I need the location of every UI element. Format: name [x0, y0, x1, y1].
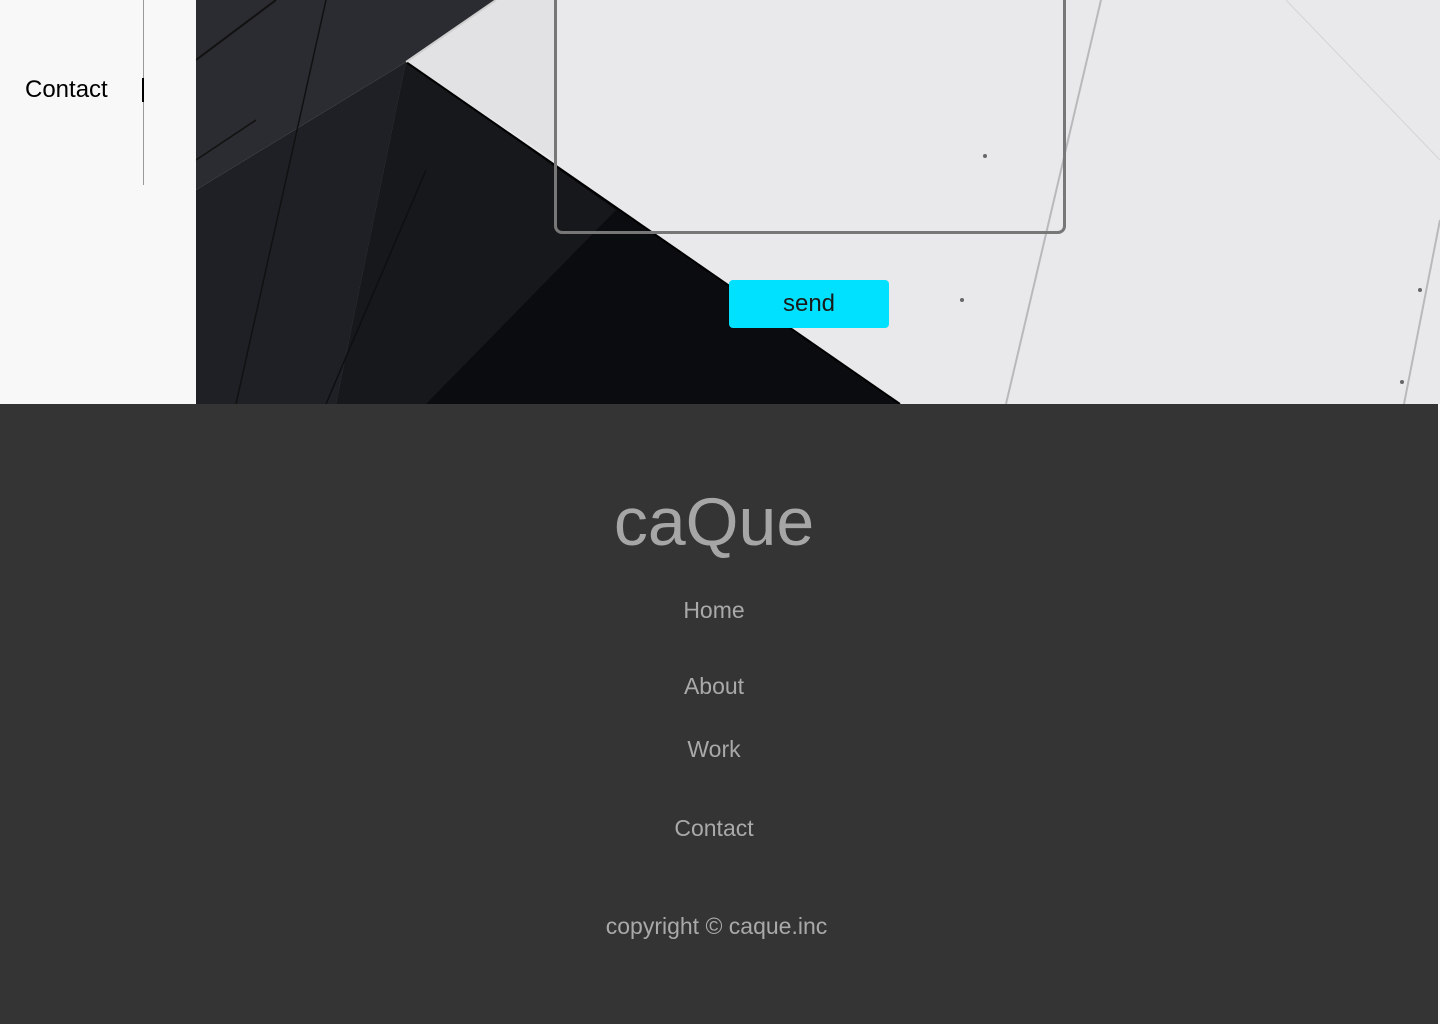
message-textarea[interactable] [554, 0, 1066, 234]
footer: caQue Home About Work Contact copyright … [0, 404, 1438, 1024]
footer-link-work[interactable]: Work [0, 734, 1428, 764]
contact-section: send [196, 0, 1440, 404]
send-button[interactable]: send [729, 280, 889, 328]
sidebar: Contact [0, 0, 177, 404]
sidebar-active-indicator [142, 78, 144, 102]
footer-copyright: copyright © caque.inc [605, 913, 828, 939]
footer-brand-logo: caQue [613, 484, 815, 560]
sidebar-item-contact[interactable]: Contact [25, 75, 108, 105]
footer-link-about[interactable]: About [0, 671, 1428, 701]
footer-link-home[interactable]: Home [0, 595, 1428, 625]
footer-link-contact[interactable]: Contact [0, 813, 1428, 843]
